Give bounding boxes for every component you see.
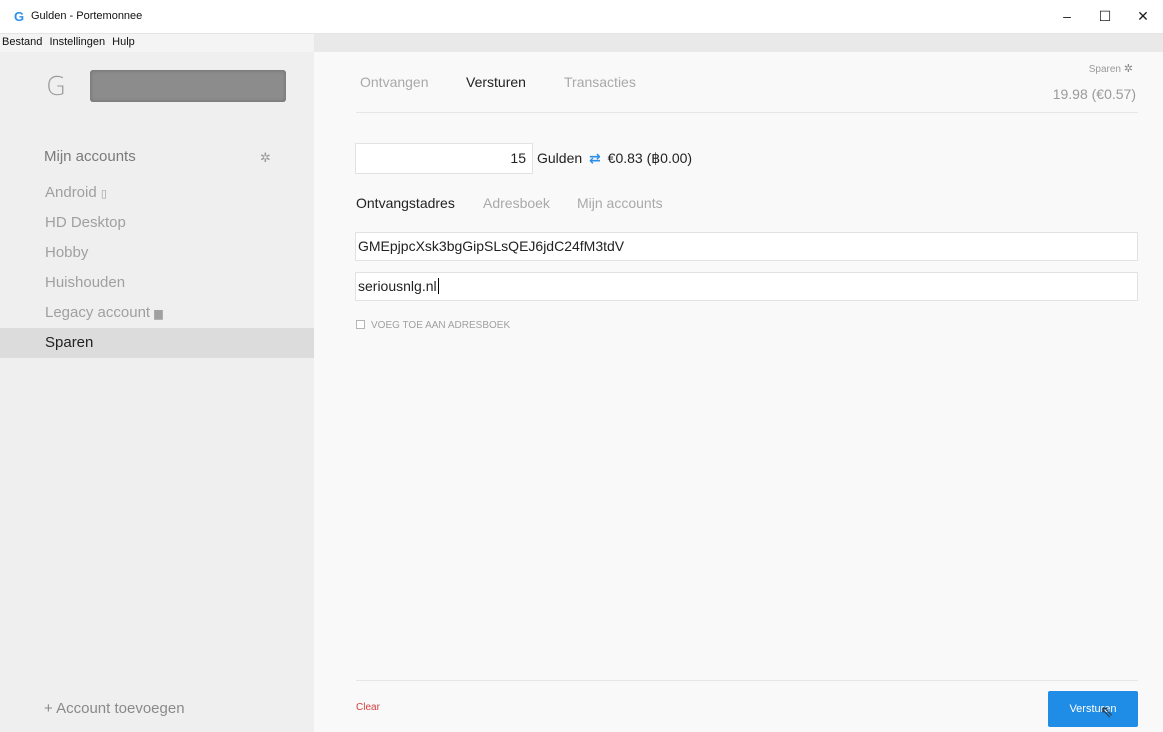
title-bar: G Gulden - Portemonnee – ☐ ✕	[0, 0, 1163, 34]
tab-ontvangstadres[interactable]: Ontvangstadres	[356, 195, 455, 211]
send-button[interactable]: Versturen	[1048, 691, 1138, 727]
menu-bar-filler	[314, 34, 1163, 52]
sidebar-item-label: Legacy account	[45, 304, 151, 321]
accounts-settings-gear-icon[interactable]: ✲	[260, 150, 271, 166]
sidebar-item-hobby[interactable]: Hobby	[0, 238, 314, 268]
menu-hulp[interactable]: Hulp	[110, 34, 137, 48]
sidebar-item-hd-desktop[interactable]: HD Desktop	[0, 208, 314, 238]
tab-adresboek[interactable]: Adresboek	[483, 195, 550, 211]
checkbox-icon[interactable]	[356, 320, 365, 329]
sidebar-item-label: HD Desktop	[45, 214, 126, 231]
amount-unit-display: Gulden ⇄ €0.83 (฿0.00)	[537, 150, 692, 167]
amount-input[interactable]: 15	[355, 143, 533, 174]
label-input[interactable]: seriousnlg.nl	[355, 272, 1138, 301]
text-caret	[437, 278, 439, 294]
tab-ontvangen[interactable]: Ontvangen	[360, 74, 429, 90]
main-panel: Ontvangen Versturen Transacties Sparen ✲…	[314, 52, 1163, 732]
close-button[interactable]: ✕	[1128, 4, 1158, 28]
add-to-addressbook-label: VOEG TOE AAN ADRESBOEK	[371, 320, 511, 331]
address-value: GMEpjpcXsk3bgGipSLsQEJ6jdC24fM3tdV	[358, 238, 625, 254]
address-input[interactable]: GMEpjpcXsk3bgGipSLsQEJ6jdC24fM3tdV	[355, 232, 1138, 261]
app-logo-icon: G	[14, 9, 25, 24]
current-account-name: Sparen	[1088, 64, 1121, 75]
account-balance: 19.98 (€0.57)	[1052, 86, 1136, 102]
header-divider	[356, 112, 1138, 113]
converted-amount: €0.83 (฿0.00)	[607, 150, 693, 166]
menu-instellingen[interactable]: Instellingen	[47, 34, 107, 48]
archive-icon: ▆	[154, 308, 163, 320]
label-value: seriousnlg.nl	[358, 278, 437, 294]
sidebar-item-label: Sparen	[45, 334, 94, 351]
redacted-account-name	[90, 70, 286, 102]
sidebar-item-legacy-account[interactable]: Legacy account ▆	[0, 298, 314, 328]
sidebar-item-android[interactable]: Android ▯	[0, 178, 314, 208]
tab-versturen[interactable]: Versturen	[466, 74, 526, 90]
mobile-device-icon: ▯	[100, 188, 107, 200]
mouse-pointer-icon: ⇖	[1100, 704, 1114, 721]
clear-button[interactable]: Clear	[356, 702, 380, 713]
add-account-button[interactable]: + Account toevoegen	[44, 700, 185, 717]
minimize-button[interactable]: –	[1052, 4, 1082, 28]
sidebar-item-label: Huishouden	[45, 274, 126, 291]
tab-transacties[interactable]: Transacties	[564, 74, 636, 90]
menu-bar: Bestand Instellingen Hulp	[0, 34, 314, 52]
sidebar-item-label: Hobby	[45, 244, 89, 261]
current-account-indicator[interactable]: Sparen ✲	[1089, 62, 1133, 75]
menu-bestand[interactable]: Bestand	[0, 34, 44, 48]
window-title: Gulden - Portemonnee	[31, 10, 143, 22]
account-settings-gear-icon[interactable]: ✲	[1124, 63, 1133, 75]
swap-currency-icon[interactable]: ⇄	[589, 150, 601, 166]
accounts-heading: Mijn accounts	[44, 148, 136, 165]
maximize-button[interactable]: ☐	[1090, 4, 1120, 28]
footer-divider	[356, 680, 1138, 681]
add-to-addressbook-checkbox[interactable]: VOEG TOE AAN ADRESBOEK	[356, 320, 510, 331]
sidebar: G Mijn accounts ✲ Android ▯ HD Desktop H…	[0, 52, 314, 732]
sidebar-item-huishouden[interactable]: Huishouden	[0, 268, 314, 298]
gulden-logo: G	[46, 72, 67, 102]
tab-mijn-accounts[interactable]: Mijn accounts	[577, 195, 663, 211]
sidebar-item-sparen[interactable]: Sparen	[0, 328, 314, 358]
sidebar-item-label: Android	[45, 184, 97, 201]
currency-unit: Gulden	[537, 150, 583, 166]
